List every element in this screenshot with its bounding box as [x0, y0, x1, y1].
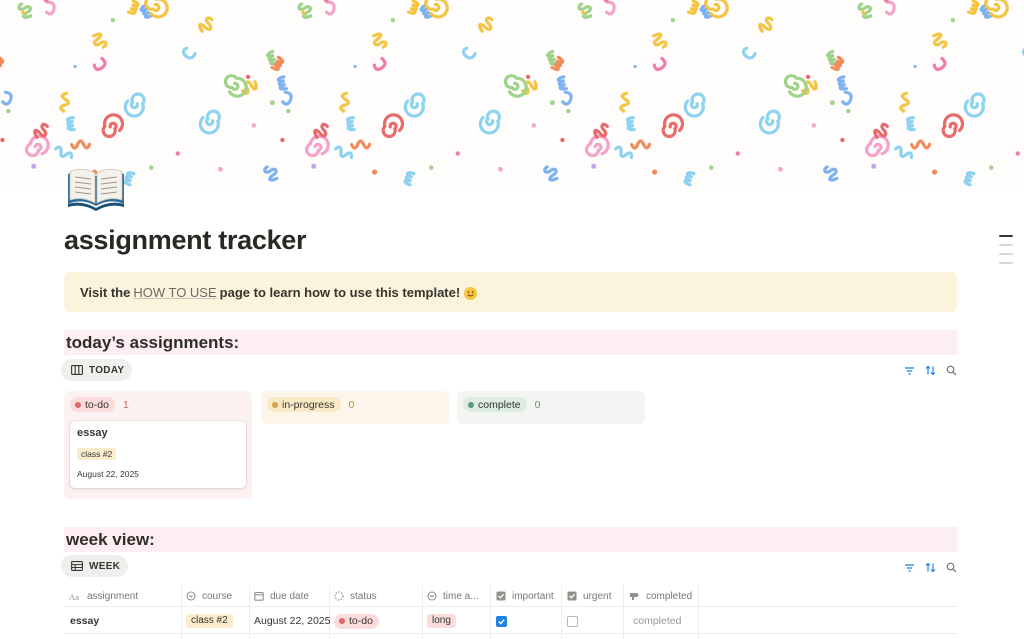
- cell-course[interactable]: class #2: [186, 608, 248, 634]
- open-book-icon[interactable]: [64, 164, 128, 216]
- select-property-icon: [186, 591, 196, 601]
- todays-assignments-heading[interactable]: today’s assignments:: [64, 330, 957, 355]
- column-header-urgent[interactable]: urgent: [567, 585, 611, 607]
- checkbox-property-icon: [567, 591, 577, 601]
- status-property-icon: [334, 591, 344, 601]
- column-header-label: due date: [270, 590, 309, 602]
- column-label: complete: [478, 398, 521, 411]
- status-label: to-do: [349, 615, 373, 627]
- search-icon[interactable]: [946, 562, 957, 573]
- today-view-tools: [904, 365, 957, 376]
- search-icon[interactable]: [946, 365, 957, 376]
- filter-icon[interactable]: [904, 563, 915, 573]
- column-header-course[interactable]: course: [186, 585, 232, 607]
- column-header-label: time a...: [443, 590, 479, 602]
- calendar-icon: [254, 591, 264, 601]
- table-row[interactable]: essay class #2 August 22, 2025 to-do lon…: [64, 608, 957, 634]
- status-dot: [339, 618, 345, 624]
- board-column-complete[interactable]: complete 0: [457, 391, 645, 424]
- status-pill-to-do: to-do: [334, 613, 379, 629]
- outline-line: [999, 244, 1013, 246]
- sort-icon[interactable]: [925, 562, 936, 573]
- cell-due-date[interactable]: August 22, 2025: [254, 608, 330, 634]
- status-pill-to-do[interactable]: to-do: [70, 397, 115, 412]
- table-of-contents-outline[interactable]: [999, 235, 1013, 271]
- week-table-view-tab[interactable]: WEEK: [61, 555, 129, 577]
- cell-completed-button[interactable]: completed: [633, 608, 703, 634]
- svg-text:Aa: Aa: [69, 592, 79, 601]
- cell-important[interactable]: [496, 608, 558, 634]
- column-header-label: completed: [646, 590, 693, 602]
- card-due-date: August 22, 2025: [77, 469, 139, 479]
- assignment-card[interactable]: essay class #2 August 22, 2025: [70, 421, 246, 488]
- outline-line-active: [999, 235, 1013, 237]
- cell-urgent[interactable]: [567, 608, 623, 634]
- column-header-label: course: [202, 590, 233, 602]
- cover-image[interactable]: [0, 0, 1024, 190]
- status-dot: [75, 401, 81, 408]
- how-to-use-callout: Visit the HOW TO USE page to learn how t…: [64, 272, 957, 312]
- sort-icon[interactable]: [925, 365, 936, 376]
- time-tag: long: [427, 614, 456, 628]
- text-property-icon: Aa: [69, 592, 79, 601]
- course-tag: class #2: [186, 614, 233, 628]
- column-header-label: important: [512, 590, 554, 602]
- today-board-view-tab[interactable]: TODAY: [61, 359, 133, 381]
- formula-button-icon: [630, 593, 639, 600]
- how-to-use-link[interactable]: HOW TO USE: [133, 285, 216, 300]
- column-header-completed[interactable]: completed: [629, 585, 692, 607]
- cell-status[interactable]: to-do: [334, 608, 422, 634]
- column-count: 0: [348, 398, 355, 411]
- select-property-icon: [427, 591, 437, 601]
- column-header-due-date[interactable]: due date: [254, 585, 309, 607]
- important-checkbox-checked[interactable]: [496, 615, 507, 627]
- checkbox-property-icon: [496, 591, 506, 601]
- callout-suffix: page to learn how to use this template!: [219, 284, 461, 300]
- today-view-label: TODAY: [89, 364, 125, 376]
- card-course-tag: class #2: [77, 448, 117, 460]
- outline-line: [999, 262, 1013, 264]
- table-header-row: Aa assignment course due date status tim…: [64, 585, 957, 607]
- outline-line: [999, 253, 1013, 255]
- table-view-icon: [71, 561, 83, 571]
- column-count: 0: [534, 398, 541, 411]
- column-header-assignment[interactable]: Aa assignment: [69, 585, 138, 607]
- column-header-status[interactable]: status: [334, 585, 377, 607]
- board-column-in-progress[interactable]: in-progress 0: [261, 391, 449, 424]
- status-pill-complete[interactable]: complete: [463, 397, 527, 412]
- card-title: essay: [77, 427, 108, 439]
- cell-time[interactable]: long: [427, 608, 489, 634]
- board-view-icon: [71, 365, 83, 375]
- week-view-tools: [904, 562, 957, 573]
- week-view-label: WEEK: [89, 560, 121, 572]
- notion-page: assignment tracker Visit the HOW TO USE …: [0, 0, 1024, 639]
- smiling-face-icon: [464, 286, 478, 300]
- cell-assignment[interactable]: essay: [70, 608, 180, 634]
- column-header-time[interactable]: time a...: [427, 585, 479, 607]
- callout-prefix: Visit the: [80, 284, 131, 300]
- column-header-label: assignment: [87, 590, 139, 602]
- column-header-label: status: [350, 590, 377, 602]
- status-dot: [468, 401, 474, 408]
- filter-icon[interactable]: [904, 366, 915, 376]
- urgent-checkbox-unchecked[interactable]: [567, 615, 578, 627]
- status-dot: [272, 401, 278, 408]
- column-label: to-do: [85, 398, 109, 411]
- column-header-important[interactable]: important: [496, 585, 554, 607]
- status-pill-in-progress[interactable]: in-progress: [267, 397, 341, 412]
- column-count: 1: [122, 398, 129, 411]
- week-view-heading[interactable]: week view:: [64, 527, 957, 552]
- column-label: in-progress: [282, 398, 335, 411]
- page-title[interactable]: assignment tracker: [64, 225, 307, 256]
- column-header-label: urgent: [583, 590, 612, 602]
